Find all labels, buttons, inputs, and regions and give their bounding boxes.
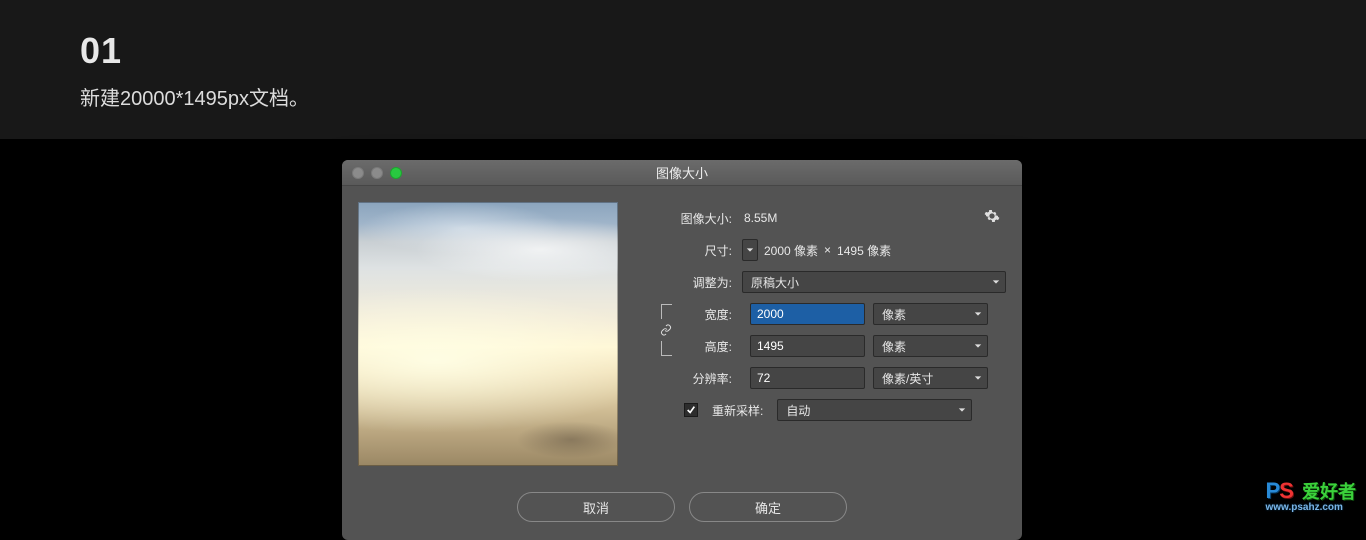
minimize-icon[interactable] (371, 167, 383, 179)
resolution-label: 分辨率: (656, 370, 742, 387)
link-bracket (659, 304, 673, 356)
dimensions-separator: × (824, 243, 831, 257)
cancel-button[interactable]: 取消 (517, 492, 675, 522)
ok-button[interactable]: 确定 (689, 492, 847, 522)
watermark-cn: 爱好者 (1302, 482, 1356, 502)
close-icon[interactable] (352, 167, 364, 179)
resample-checkbox[interactable] (684, 403, 698, 417)
step-description: 新建20000*1495px文档。 (80, 82, 1366, 111)
width-unit-select[interactable]: 像素 (873, 303, 988, 325)
width-label: 宽度: (686, 306, 742, 323)
dimensions-label: 尺寸: (656, 242, 742, 259)
width-input[interactable]: 2000 (750, 303, 865, 325)
image-size-dialog: 图像大小 图像大小: 8.55M 尺寸: 2000 像素 × 1495 像素 (342, 160, 1022, 540)
fit-to-label: 调整为: (656, 274, 742, 291)
dialog-titlebar[interactable]: 图像大小 (342, 160, 1022, 186)
fit-to-value: 原稿大小 (751, 274, 799, 291)
dimensions-width: 2000 像素 (764, 242, 818, 259)
resolution-unit-select[interactable]: 像素/英寸 (873, 367, 988, 389)
chevron-down-icon (974, 342, 982, 350)
height-unit-select[interactable]: 像素 (873, 335, 988, 357)
watermark: PS 爱好者 www.psahz.com (1266, 478, 1357, 513)
chevron-down-icon (992, 278, 1000, 286)
image-preview[interactable] (358, 202, 618, 466)
watermark-p: P (1266, 478, 1280, 503)
image-size-value: 8.55M (744, 211, 777, 225)
watermark-url: www.psahz.com (1266, 502, 1357, 513)
dialog-title: 图像大小 (342, 163, 1022, 182)
resolution-input[interactable]: 72 (750, 367, 865, 389)
dialog-body: 图像大小: 8.55M 尺寸: 2000 像素 × 1495 像素 调整为: 原… (342, 186, 1022, 482)
image-size-label: 图像大小: (656, 210, 742, 227)
dimensions-height: 1495 像素 (837, 242, 891, 259)
height-label: 高度: (686, 338, 742, 355)
controls-panel: 图像大小: 8.55M 尺寸: 2000 像素 × 1495 像素 调整为: 原… (656, 202, 1006, 466)
chevron-down-icon (974, 310, 982, 318)
width-unit-value: 像素 (882, 306, 906, 323)
link-icon[interactable] (660, 324, 672, 336)
height-unit-value: 像素 (882, 338, 906, 355)
chevron-down-icon (974, 374, 982, 382)
resolution-unit-value: 像素/英寸 (882, 370, 933, 387)
gear-icon[interactable] (980, 204, 1004, 228)
tutorial-header: 01 新建20000*1495px文档。 (0, 0, 1366, 139)
watermark-s: S (1279, 478, 1293, 503)
zoom-icon[interactable] (390, 167, 402, 179)
step-number: 01 (80, 30, 1366, 72)
fit-to-select[interactable]: 原稿大小 (742, 271, 1006, 293)
resample-value: 自动 (786, 402, 810, 419)
chevron-down-icon (958, 406, 966, 414)
dialog-footer: 取消 确定 (342, 482, 1022, 540)
resample-select[interactable]: 自动 (777, 399, 972, 421)
window-controls (342, 167, 402, 179)
resample-label: 重新采样: (712, 402, 763, 419)
height-input[interactable]: 1495 (750, 335, 865, 357)
dimensions-unit-dropdown[interactable] (742, 239, 758, 261)
